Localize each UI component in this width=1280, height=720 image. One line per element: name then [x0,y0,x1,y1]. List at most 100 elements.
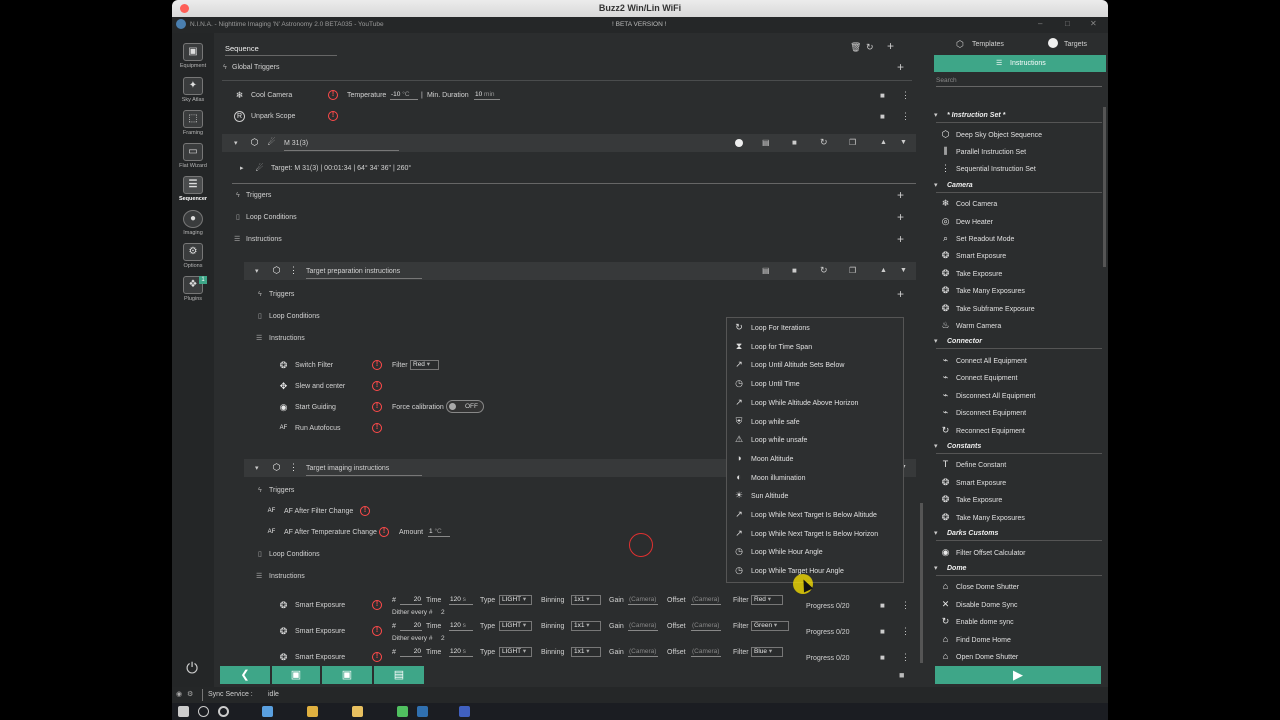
instruction-item[interactable]: ❂ Smart Exposure [940,474,1100,491]
reset-icon[interactable]: ↻ [820,136,828,148]
instruction-item[interactable]: ⋮ Sequential Instruction Set [940,160,1100,177]
chrome-icon[interactable] [307,706,318,717]
trash-icon[interactable]: 🗑︎ [850,41,861,53]
dropdown-item[interactable]: ↗ Loop While Next Target Is Below Altitud… [727,505,903,524]
app-icon[interactable] [397,706,408,717]
add-trigger-button[interactable]: + [897,288,904,300]
dropdown-item[interactable]: ⛨ Loop while safe [727,412,903,431]
dither-value[interactable]: 2 [441,607,445,619]
expand-chevron-icon[interactable]: ▸ [240,163,244,175]
instruction-item[interactable]: ♨ Warm Camera [940,317,1100,334]
count-field[interactable]: 20 [400,595,422,605]
more-menu-icon[interactable]: ⋮ [901,89,910,101]
maximize-button[interactable]: □ [1065,18,1070,30]
more-menu-icon[interactable]: ⋮ [901,625,910,637]
app-icon[interactable] [459,706,470,717]
nav-imaging[interactable]: ● Imaging [172,210,214,236]
delete-icon[interactable]: ■ [792,137,797,149]
dropdown-item[interactable]: ↗ Loop Until Altitude Sets Below [727,355,903,374]
minimize-button[interactable]: – [1038,18,1042,30]
copy-icon[interactable]: ❐ [849,137,856,149]
collapse-chevron-icon[interactable]: ▾ [255,463,259,475]
add-condition-button[interactable]: + [897,211,904,223]
record-icon[interactable] [735,139,743,147]
delete-icon[interactable]: ■ [880,652,885,664]
imaging-title[interactable]: Target imaging instructions [306,463,422,476]
more-menu-icon[interactable]: ⋮ [901,599,910,611]
offset-field[interactable]: (Camera) [691,595,721,605]
save-template-icon[interactable]: ▤ [762,137,770,149]
instruction-item[interactable]: ❂ Take Many Exposures [940,282,1100,299]
time-field[interactable]: 120 s [449,621,473,631]
instruction-item[interactable]: ⌁ Connect Equipment [940,369,1100,386]
instruction-item[interactable]: ⫼ Parallel Instruction Set [940,143,1100,160]
offset-field[interactable]: (Camera) [691,647,721,657]
save-as-button[interactable]: ▣ [322,666,372,684]
open-button[interactable]: ▤ [374,666,424,684]
instruction-item[interactable]: ⌁ Disconnect All Equipment [940,387,1100,404]
delete-icon[interactable]: ■ [880,626,885,638]
instruction-item[interactable]: ❂ Take Exposure [940,265,1100,282]
tab-templates[interactable]: Templates [972,39,1004,51]
move-down-icon[interactable]: ▼ [900,265,907,277]
temperature-field[interactable]: -10 °C [390,90,418,100]
instruction-item[interactable]: ⌂ Close Dome Shutter [940,578,1100,595]
back-button[interactable]: ❮ [220,666,270,684]
explorer-icon[interactable] [352,706,363,717]
copy-icon[interactable]: ❐ [849,265,856,277]
dither-value[interactable]: 2 [441,633,445,645]
collapse-chevron-icon[interactable]: ▾ [234,138,238,150]
tab-targets[interactable]: Targets [1064,39,1087,51]
reset-icon[interactable]: ↻ [866,41,874,53]
instruction-item[interactable]: ↻ Reconnect Equipment [940,422,1100,439]
binning-select[interactable]: 1x1 [571,621,601,631]
search-icon[interactable] [198,706,209,717]
instruction-item[interactable]: ❄ Cool Camera [940,195,1100,212]
instruction-item[interactable]: ⌂ Find Dome Home [940,631,1100,648]
dropdown-item[interactable]: ⚠ Loop while unsafe [727,430,903,449]
power-icon[interactable]: ⏻ [182,659,202,679]
instruction-item[interactable]: ❂ Take Exposure [940,491,1100,508]
instruction-item[interactable]: ◎ Dew Heater [940,213,1100,230]
search-input[interactable]: Search [936,75,1102,87]
amount-field[interactable]: 1 °C [428,527,450,537]
more-menu-icon[interactable]: ⋮ [901,110,910,122]
collapse-chevron-icon[interactable]: ▾ [255,266,259,278]
collapse-chevron-icon[interactable]: ▾ [934,336,938,348]
gain-field[interactable]: (Camera) [628,621,658,631]
binning-select[interactable]: 1x1 [571,595,601,605]
category-header[interactable]: Camera [936,179,1102,193]
nav-sequencer[interactable]: ☰ Sequencer [172,176,214,202]
add-trigger-button[interactable]: + [897,189,904,201]
dropdown-item[interactable]: ↻ Loop For Iterations [727,318,903,337]
nina-taskbar-icon[interactable] [417,706,428,717]
move-down-icon[interactable]: ▼ [900,137,907,149]
instruction-item[interactable]: ◉ Filter Offset Calculator [940,544,1100,561]
offset-field[interactable]: (Camera) [691,621,721,631]
start-menu-icon[interactable] [178,706,189,717]
filter-select[interactable]: Red [410,360,439,370]
start-sequence-button[interactable]: ▶ [935,666,1101,684]
delete-icon[interactable]: ■ [792,265,797,277]
dropdown-item[interactable]: ◑ Moon Altitude [727,449,903,468]
min-duration-field[interactable]: 10 min [474,90,500,100]
count-field[interactable]: 20 [400,621,422,631]
instruction-item[interactable]: ❂ Take Many Exposures [940,509,1100,526]
category-header[interactable]: * Instruction Set * [936,109,1102,123]
dropdown-item[interactable]: ☀ Sun Altitude [727,486,903,505]
m31-title[interactable]: M 31(3) [284,138,399,151]
dropdown-item[interactable]: ⧗ Loop for Time Span [727,337,903,356]
instruction-item[interactable]: ✕ Disable Dome Sync [940,596,1100,613]
move-up-icon[interactable]: ▲ [880,265,887,277]
count-field[interactable]: 20 [400,647,422,657]
dropdown-item[interactable]: ↗ Loop While Next Target Is Below Horizon [727,524,903,543]
collapse-chevron-icon[interactable]: ▾ [934,180,938,192]
app-icon[interactable] [262,706,273,717]
more-menu-icon[interactable]: ⋮ [901,651,910,663]
nav-flat-wizard[interactable]: ▭ Flat Wizard [172,143,214,169]
instruction-item[interactable]: ⌁ Disconnect Equipment [940,404,1100,421]
instruction-item[interactable]: ⌂ Open Dome Shutter [940,648,1100,665]
nav-options[interactable]: ⚙ Options [172,243,214,269]
prep-title[interactable]: Target preparation instructions [306,266,422,279]
nav-sky-atlas[interactable]: ✦ Sky Atlas [172,77,214,103]
